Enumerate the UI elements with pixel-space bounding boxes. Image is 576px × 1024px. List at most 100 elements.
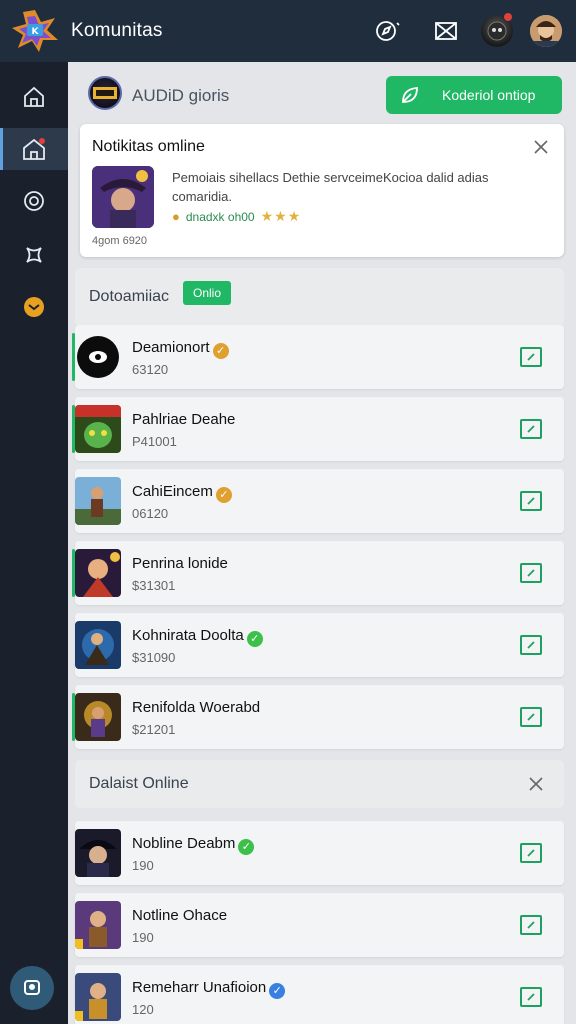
list-item-name-text: Remeharr Unafioion [132,979,267,996]
edit-icon[interactable] [520,419,542,439]
main-content: AUDiD gioris Koderiol ontiop Notikitas o… [68,62,576,1024]
list-item-count: P41001 [132,434,177,449]
list-item-name-text: Penrina lonide [132,555,228,572]
app-title: Komunitas [71,20,163,41]
list-item[interactable]: Renifolda Woerabd $21201 [72,685,564,749]
notification-text: Pemoiais sihellacs Dethie servceimeKocio… [172,170,489,204]
top-bar: K Komunitas [0,0,576,62]
section-online: Dotoamiiac Onlio [75,268,564,326]
edit-icon[interactable] [520,915,542,935]
cta-label: Koderiol ontiop [442,87,536,103]
notification-meta: ● dnadxk oh00 ★★★ [172,208,301,225]
game-thumbnail [75,973,121,1021]
sidebar-chat-button[interactable] [10,966,54,1010]
section-title: Dalaist Online [89,775,189,792]
online-badge: Onlio [183,281,232,305]
list-item-name: Kohnirata Doolta ✓ [132,627,263,647]
list-item-count: 190 [132,930,154,945]
edit-icon[interactable] [520,707,542,727]
list-item-name: Penrina lonide [132,555,228,572]
list-item-name-text: Pahlriae Deahe [132,411,236,428]
list-item-name: Renifolda Woerabd [132,699,260,716]
list-item-name-text: CahiEincem [132,483,213,500]
game-thumbnail [75,829,121,877]
home-icon [24,86,44,107]
verified-icon: ✓ [212,343,229,359]
list-item-name: Remeharr Unafioion ✓ [132,979,286,999]
game-thumbnail [75,477,121,525]
list-item-count: 190 [132,858,154,873]
game-thumbnail [75,549,121,597]
verified-icon: ✓ [246,631,263,647]
notification-card: Notikitas omline Pemoiais sihellacs Deth… [80,124,564,257]
game-thumbnail [75,333,121,381]
leaf-icon [400,85,420,108]
verified-icon: ✓ [269,983,286,999]
svg-text:K: K [32,27,40,37]
chat-icon [24,297,44,317]
list-item-count: $31301 [132,578,176,593]
list-item-name: Pahlriae Deahe [132,411,235,428]
sidebar-item-target[interactable] [0,180,68,222]
list-item-name: Notline Ohace [132,907,227,924]
game-thumbnail [75,405,121,453]
puzzle-icon [26,247,42,263]
cta-button[interactable]: Koderiol ontiop [386,76,562,114]
verified-icon: ✓ [215,487,232,503]
list-item-count: $31090 [132,650,176,665]
list-item-name-text: Deamionort [132,339,210,356]
target-icon [24,191,44,211]
sidebar-item-home[interactable] [0,76,68,118]
user-avatar[interactable] [530,15,562,47]
compass-icon[interactable] [373,17,401,45]
list-item[interactable]: Pahlriae Deahe P41001 [72,397,564,461]
list-item[interactable]: Penrina lonide $31301 [72,541,564,605]
list-item-count: 63120 [132,362,169,377]
header-title: AUDiD gioris [132,86,230,105]
app-logo[interactable]: K [10,8,60,54]
edit-icon[interactable] [520,987,542,1007]
message-icon [24,980,40,995]
home-alt-icon [23,138,45,160]
edit-icon[interactable] [520,563,542,583]
sidebar-item-chat[interactable] [0,286,68,328]
rating-stars: ★★★ [260,208,302,224]
notification-dot [503,12,513,22]
sidebar [0,62,68,1024]
list-item-name-text: Renifolda Woerabd [132,699,261,716]
notification-time: 4gom 6920 [92,235,148,247]
edit-icon[interactable] [520,491,542,511]
list-item-name-text: Notline Ohace [132,907,228,924]
verified-icon: ✓ [238,839,255,855]
close-icon[interactable] [532,138,550,156]
edit-icon[interactable] [520,347,542,367]
list-item[interactable]: Kohnirata Doolta ✓ $31090 [75,613,564,677]
emoji-icon: ● [172,209,180,224]
list-item-name-text: Nobline Deabm [132,835,236,852]
list-item[interactable]: Notline Ohace 190 [75,893,564,957]
sidebar-item-puzzle[interactable] [0,234,68,276]
list-item[interactable]: Deamionort ✓ 63120 [72,325,564,389]
notification-meta-text: dnadxk oh00 [185,209,255,224]
edit-icon[interactable] [520,635,542,655]
notification-title: Notikitas omline [92,138,205,155]
list-item-count: $21201 [132,722,176,737]
list-item-name: CahiEincem ✓ [132,483,232,503]
list-item-name-text: Kohnirata Doolta [132,627,244,644]
notification-image [92,166,154,228]
list-item-count: 06120 [132,506,169,521]
close-icon[interactable] [527,775,545,793]
list-item[interactable]: Nobline Deabm ✓ 190 [75,821,564,885]
sidebar-item-community[interactable] [0,128,68,170]
list-item[interactable]: Remeharr Unafioion ✓ 120 [75,965,564,1024]
game-thumbnail [75,901,121,949]
list-item-name: Deamionort ✓ [132,339,229,359]
game-thumbnail [75,693,121,741]
edit-icon[interactable] [520,843,542,863]
inbox-icon[interactable] [432,17,460,45]
list-item-name: Nobline Deabm ✓ [132,835,255,855]
list-item[interactable]: CahiEincem ✓ 06120 [75,469,564,533]
list-item-count: 120 [132,1002,154,1017]
section-list: Dalaist Online [75,760,564,808]
section-title: Dotoamiiac [89,288,170,305]
